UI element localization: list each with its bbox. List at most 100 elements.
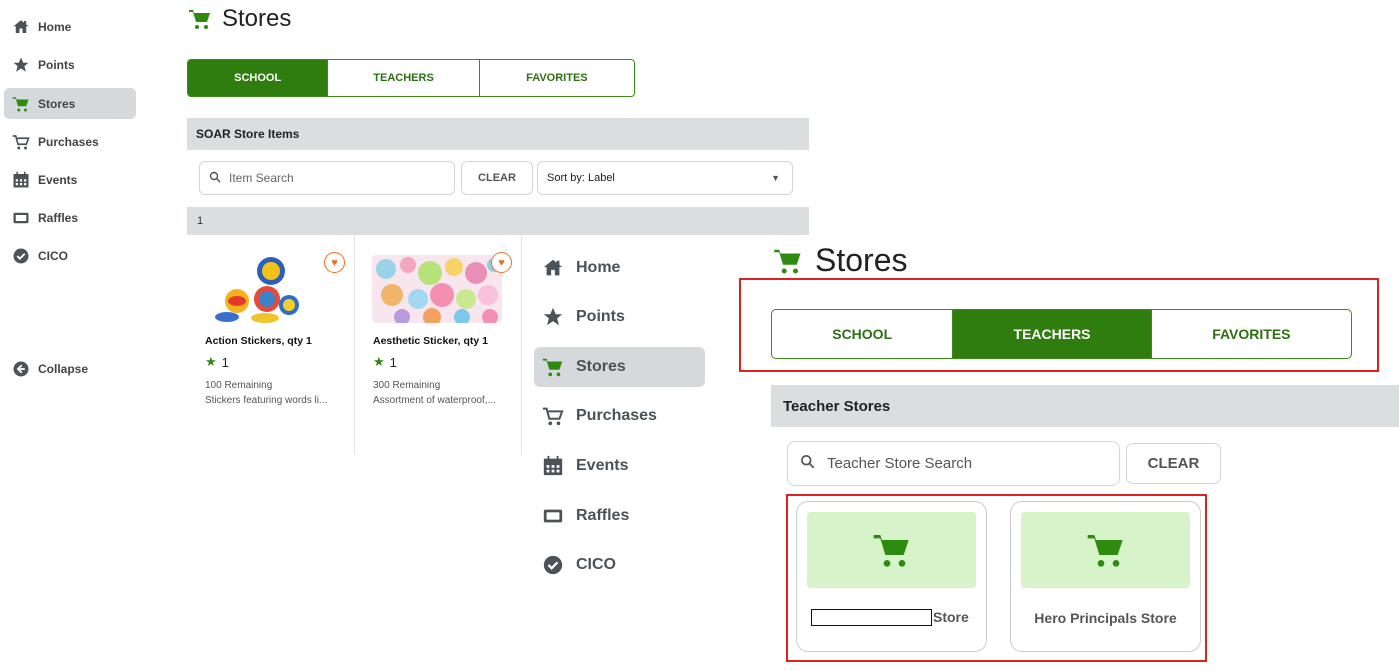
favorite-heart-icon[interactable]: ♥ bbox=[324, 252, 345, 273]
sidebar-item-raffles[interactable]: Raffles bbox=[534, 496, 705, 536]
sidebar-item-label: Events bbox=[38, 172, 78, 187]
sidebar-item-label: Points bbox=[38, 57, 75, 72]
page-title: Stores bbox=[187, 5, 291, 33]
sidebar-item-home[interactable]: Home bbox=[4, 11, 136, 42]
sidebar-item-purchases[interactable]: Purchases bbox=[4, 126, 136, 157]
store-banner bbox=[1021, 512, 1190, 588]
item-points: ★ 1 bbox=[373, 354, 397, 370]
sidebar-item-raffles[interactable]: Raffles bbox=[4, 202, 136, 233]
check-circle-icon bbox=[542, 554, 564, 576]
tab-favorites[interactable]: FAVORITES bbox=[1152, 310, 1351, 358]
page-number: 1 bbox=[187, 207, 809, 235]
panel-title: SOAR Store Items bbox=[187, 118, 809, 150]
ticket-icon bbox=[542, 505, 564, 527]
search-placeholder: Item Search bbox=[229, 171, 294, 185]
sort-select[interactable]: Sort by: Label ▼ bbox=[537, 161, 793, 195]
star-icon bbox=[12, 56, 30, 74]
sidebar-item-label: Purchases bbox=[576, 407, 657, 424]
star-icon: ★ bbox=[373, 354, 385, 369]
tab-school[interactable]: SCHOOL bbox=[188, 60, 329, 96]
sidebar-item-cico[interactable]: CICO bbox=[4, 240, 136, 271]
item-points-value: 1 bbox=[389, 354, 397, 370]
teacher-store-card[interactable]: Hero Principals Store bbox=[1010, 501, 1201, 652]
sidebar-item-cico[interactable]: CICO bbox=[534, 545, 705, 585]
sidebar-item-label: Raffles bbox=[38, 210, 79, 225]
arrow-left-circle-icon bbox=[12, 360, 30, 378]
cart-icon bbox=[774, 249, 801, 273]
sidebar-item-label: Raffles bbox=[576, 507, 630, 524]
cart-outline-icon bbox=[542, 405, 564, 427]
home-icon bbox=[12, 18, 30, 36]
favorite-heart-icon[interactable]: ♥ bbox=[491, 252, 512, 273]
cart-icon bbox=[542, 356, 564, 378]
store-item-card[interactable]: ♥ Aesthetic Sticker, qty 1 ★ 1 300 Remai… bbox=[355, 235, 522, 455]
sidebar-item-label: CICO bbox=[38, 248, 68, 263]
ticket-icon bbox=[12, 209, 30, 227]
sort-label: Sort by: Label bbox=[547, 172, 615, 184]
home-icon bbox=[542, 257, 564, 279]
clear-button[interactable]: CLEAR bbox=[461, 161, 533, 195]
store-banner bbox=[807, 512, 976, 588]
sidebar-item-stores[interactable]: Stores bbox=[4, 88, 136, 119]
collapse-button[interactable]: Collapse bbox=[4, 353, 136, 384]
item-image bbox=[372, 255, 502, 323]
store-name: Hero Principals Store bbox=[1034, 610, 1177, 626]
sidebar-item-purchases[interactable]: Purchases bbox=[534, 396, 705, 436]
store-tabs: SCHOOL TEACHERS FAVORITES bbox=[771, 309, 1352, 359]
cart-icon bbox=[12, 95, 30, 113]
item-search-input[interactable]: Item Search bbox=[199, 161, 455, 195]
item-description: Stickers featuring words li... bbox=[205, 395, 328, 406]
calendar-icon bbox=[542, 455, 564, 477]
teacher-store-search-input[interactable]: Teacher Store Search bbox=[787, 441, 1120, 486]
cart-outline-icon bbox=[12, 133, 30, 151]
item-description: Assortment of waterproof,... bbox=[373, 395, 496, 406]
tab-teachers[interactable]: TEACHERS bbox=[328, 60, 480, 96]
page-title-text: Stores bbox=[222, 5, 292, 32]
sidebar-item-label: CICO bbox=[576, 556, 616, 573]
check-circle-icon bbox=[12, 247, 30, 265]
clear-button[interactable]: CLEAR bbox=[1126, 443, 1221, 484]
sidebar-item-events[interactable]: Events bbox=[534, 446, 705, 486]
redacted-name bbox=[811, 609, 932, 626]
sidebar-item-stores[interactable]: Stores bbox=[534, 347, 705, 387]
tab-favorites[interactable]: FAVORITES bbox=[480, 60, 634, 96]
item-points-value: 1 bbox=[221, 354, 229, 370]
item-remaining: 300 Remaining bbox=[373, 380, 441, 391]
panel-title: Teacher Stores bbox=[771, 385, 1399, 427]
star-icon: ★ bbox=[205, 354, 217, 369]
search-placeholder: Teacher Store Search bbox=[827, 455, 973, 472]
page-title-text: Stores bbox=[815, 242, 908, 278]
sidebar-item-label: Stores bbox=[38, 96, 76, 111]
cart-icon bbox=[189, 10, 210, 29]
cart-icon bbox=[1087, 535, 1123, 567]
item-name: Action Stickers, qty 1 bbox=[205, 335, 312, 347]
chevron-down-icon: ▼ bbox=[771, 173, 780, 183]
sidebar-item-label: Events bbox=[576, 457, 629, 474]
sidebar-item-events[interactable]: Events bbox=[4, 164, 136, 195]
collapse-label: Collapse bbox=[38, 361, 89, 376]
sidebar-item-label: Home bbox=[576, 259, 621, 276]
item-name: Aesthetic Sticker, qty 1 bbox=[373, 335, 488, 347]
item-remaining: 100 Remaining bbox=[205, 380, 273, 391]
tab-school[interactable]: SCHOOL bbox=[772, 310, 954, 358]
teacher-store-card[interactable] bbox=[796, 501, 987, 652]
item-image bbox=[205, 255, 325, 323]
sidebar-item-label: Stores bbox=[576, 358, 626, 375]
sidebar-item-label: Points bbox=[576, 308, 625, 325]
sidebar-item-points[interactable]: Points bbox=[4, 49, 136, 80]
sidebar-item-label: Home bbox=[38, 19, 72, 34]
sidebar-item-label: Purchases bbox=[38, 134, 99, 149]
store-item-card[interactable]: ♥ Action Stickers, qty 1 ★ 1 100 Remaini… bbox=[187, 235, 355, 455]
store-name: Store bbox=[933, 609, 969, 625]
tab-teachers[interactable]: TEACHERS bbox=[953, 310, 1152, 358]
calendar-icon bbox=[12, 171, 30, 189]
search-icon bbox=[800, 454, 815, 473]
search-icon bbox=[209, 171, 221, 186]
store-tabs: SCHOOL TEACHERS FAVORITES bbox=[187, 59, 635, 97]
star-icon bbox=[542, 306, 564, 328]
item-points: ★ 1 bbox=[205, 354, 229, 370]
sidebar-item-home[interactable]: Home bbox=[534, 248, 705, 288]
sidebar-item-points[interactable]: Points bbox=[534, 297, 705, 337]
cart-icon bbox=[873, 535, 909, 567]
page-title: Stores bbox=[771, 242, 907, 279]
